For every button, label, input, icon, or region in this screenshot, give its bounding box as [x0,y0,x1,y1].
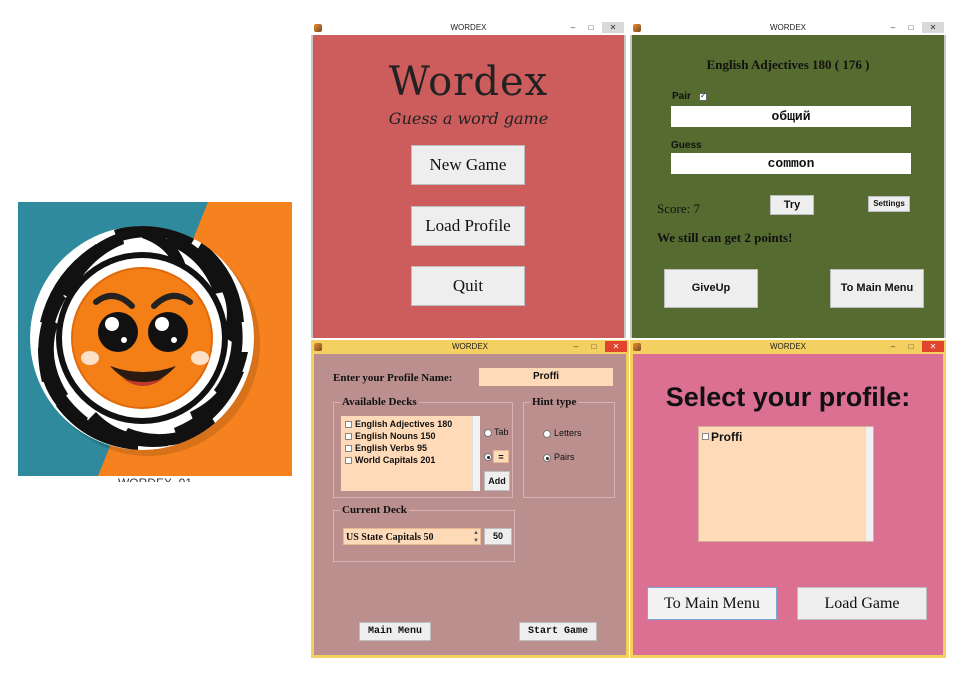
list-item[interactable]: World Capitals 201 [345,455,435,465]
quit-button[interactable]: Quit [411,266,525,306]
title-bar[interactable]: WORDEX – □ ✕ [311,340,629,354]
pair-word-field: общий [671,106,911,127]
app-icon [314,343,322,351]
score-text: Score: 7 [657,201,700,216]
deck-name: World Capitals 201 [355,455,436,465]
profiles-list[interactable]: Proffi [698,426,874,542]
deck-name: English Nouns 150 [355,431,436,441]
current-deck-group: Current Deck US State Capitals 50 ▲ ▼ 50 [333,504,515,562]
app-icon [633,343,641,351]
settings-button[interactable]: Settings [868,196,910,212]
game-window: WORDEX – □ ✕ English Adjectives 180 ( 17… [630,21,946,338]
deck-title: English Adjectives 180 ( 176 ) [706,57,870,72]
new-game-button[interactable]: New Game [411,145,525,185]
equals-radio[interactable] [484,453,492,461]
profile-name-label: Enter your Profile Name: [333,372,453,384]
current-deck-value: US State Capitals 50 [346,532,434,543]
maximize-icon[interactable]: □ [585,341,603,352]
close-icon[interactable]: ✕ [602,22,624,33]
try-button[interactable]: Try [770,195,814,215]
separator-input[interactable]: = [493,450,509,463]
title-bar[interactable]: WORDEX – □ ✕ [630,340,946,354]
select-profile-heading: Select your profile: [665,382,911,412]
to-main-menu-button[interactable]: To Main Menu [830,269,924,308]
tab-radio[interactable] [484,429,492,437]
current-deck-label: Current Deck [340,504,409,516]
profile-name-input[interactable]: Proffi [479,368,613,386]
game-client-area: English Adjectives 180 ( 176 ) Pair общи… [630,35,946,338]
close-icon[interactable]: ✕ [922,341,944,352]
maximize-icon[interactable]: □ [902,341,920,352]
select-client-area: Select your profile: Proffi To Main Menu… [630,354,946,658]
list-item[interactable]: English Nouns 150 [345,431,436,441]
title-bar[interactable]: WORDEX – □ ✕ [311,21,626,35]
deck-count-button[interactable]: 50 [484,528,512,545]
hint-type-label: Hint type [530,396,579,408]
list-item[interactable]: English Adjectives 180 [345,419,452,429]
minimize-icon[interactable]: – [567,341,585,352]
checkbox-icon[interactable] [345,421,352,428]
spinner-arrows-icon[interactable]: ▲ ▼ [473,529,479,545]
icon-caption: WORDEX_01 [100,474,210,482]
list-item[interactable]: English Verbs 95 [345,443,427,453]
menu-client-area: Wordex Guess a word game New Game Load P… [311,35,626,338]
minimize-icon[interactable]: – [884,341,902,352]
to-main-menu-button[interactable]: To Main Menu [647,587,777,620]
available-decks-group: Available Decks English Adjectives 180 E… [333,396,513,498]
main-menu-button[interactable]: Main Menu [359,622,431,641]
minimize-icon[interactable]: – [564,22,582,33]
guess-input[interactable]: common [671,153,911,174]
deck-name: English Verbs 95 [355,443,428,453]
maximize-icon[interactable]: □ [902,22,920,33]
deck-name: English Adjectives 180 [355,419,453,429]
pairs-radio[interactable] [543,454,551,462]
decks-list[interactable]: English Adjectives 180 English Nouns 150… [341,416,480,491]
minimize-icon[interactable]: – [884,22,902,33]
current-deck-spinner[interactable]: US State Capitals 50 ▲ ▼ [343,528,481,545]
load-game-button[interactable]: Load Game [797,587,927,620]
window-title: WORDEX [770,342,806,351]
profile-window: WORDEX – □ ✕ Enter your Profile Name: Pr… [311,340,629,658]
profiles-scrollbar[interactable] [865,427,873,541]
window-title: WORDEX [450,23,487,32]
add-deck-button[interactable]: Add [484,471,510,491]
status-message: We still can get 2 points! [657,230,793,245]
load-profile-button[interactable]: Load Profile [411,206,525,246]
giveup-button[interactable]: GiveUp [664,269,758,308]
checkbox-icon[interactable] [345,433,352,440]
decks-scrollbar[interactable] [472,416,480,491]
main-menu-window: WORDEX – □ ✕ Wordex Guess a word game Ne… [311,21,626,338]
close-icon[interactable]: ✕ [605,341,627,352]
hint-type-group: Hint type Letters Pairs [523,396,615,498]
profile-name: Proffi [711,430,743,444]
tab-label: Tab [494,427,509,437]
app-icon [633,24,641,32]
game-subtitle: Guess a word game [388,109,549,128]
wordex-app-icon [18,202,292,476]
title-bar[interactable]: WORDEX – □ ✕ [630,21,946,35]
app-icon [314,24,322,32]
checkbox-icon[interactable] [702,433,709,440]
close-icon[interactable]: ✕ [922,22,944,33]
pair-label: Pair [672,91,691,102]
window-title: WORDEX [452,342,488,351]
pairs-label: Pairs [554,452,575,462]
list-item[interactable]: Proffi [702,430,742,444]
guess-label: Guess [671,140,702,151]
letters-label: Letters [554,428,582,438]
letters-radio[interactable] [543,430,551,438]
profile-client-area: Enter your Profile Name: Proffi Availabl… [311,354,629,658]
available-decks-label: Available Decks [340,396,419,408]
select-profile-window: WORDEX – □ ✕ Select your profile: Proffi… [630,340,946,658]
start-game-button[interactable]: Start Game [519,622,597,641]
checkbox-icon[interactable] [345,445,352,452]
pair-checkbox[interactable] [699,91,707,101]
checkbox-icon[interactable] [345,457,352,464]
window-title: WORDEX [770,23,806,32]
maximize-icon[interactable]: □ [582,22,600,33]
game-title: Wordex [388,59,549,105]
